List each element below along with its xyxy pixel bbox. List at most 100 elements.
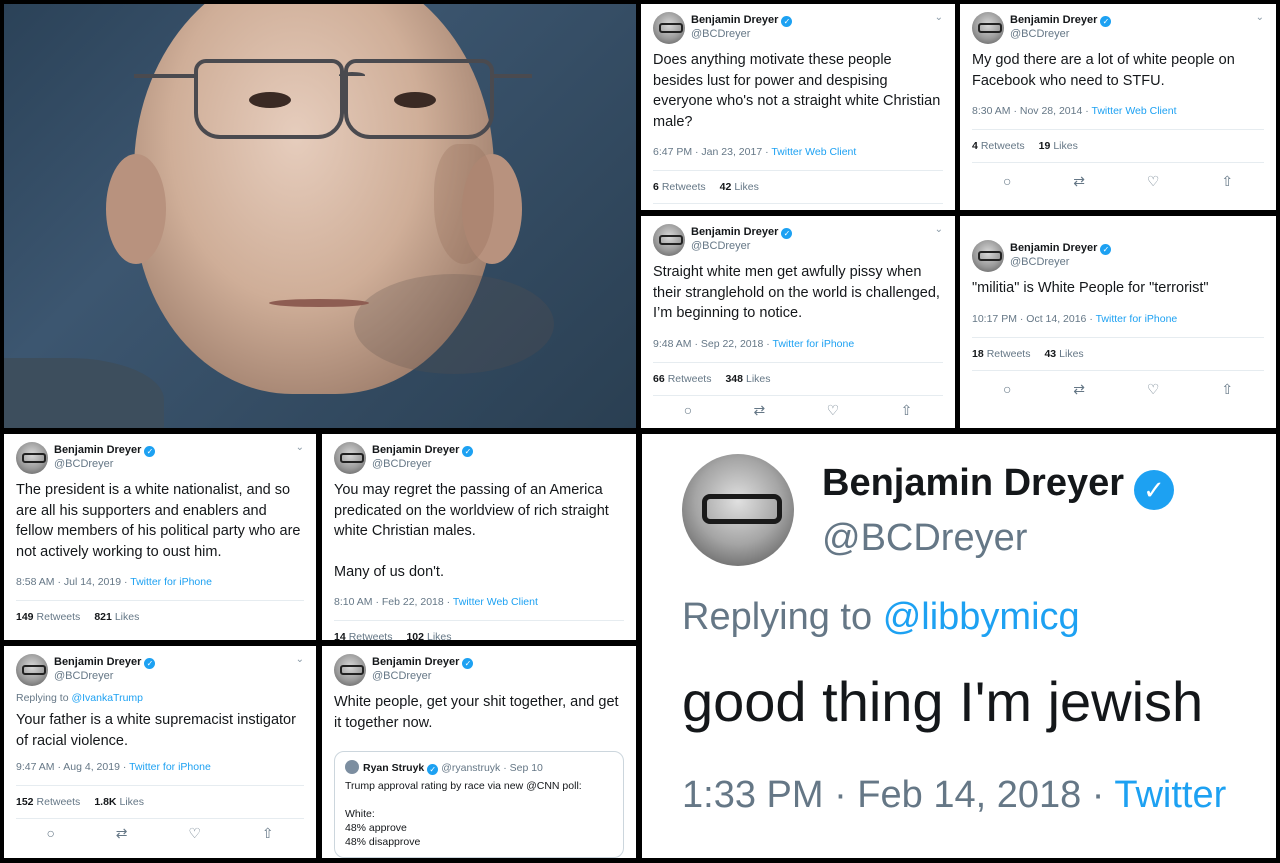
author-handle[interactable]: @BCDreyer bbox=[691, 27, 792, 41]
reply-icon[interactable]: ○ bbox=[1003, 381, 1011, 398]
tweet-time[interactable]: 9:48 AM · Sep 22, 2018 bbox=[653, 338, 763, 350]
author-name[interactable]: Benjamin Dreyer bbox=[1010, 242, 1097, 254]
avatar[interactable] bbox=[682, 454, 794, 566]
avatar[interactable] bbox=[334, 442, 366, 474]
shirt-shape bbox=[4, 358, 164, 428]
tweet-time[interactable]: 9:47 AM · Aug 4, 2019 bbox=[16, 761, 120, 773]
author-name[interactable]: Benjamin Dreyer bbox=[372, 444, 459, 456]
author-name[interactable]: Benjamin Dreyer bbox=[691, 14, 778, 26]
author-handle[interactable]: @BCDreyer bbox=[372, 457, 473, 471]
retweet-count[interactable]: 6 bbox=[653, 181, 659, 193]
heart-icon[interactable]: ♡ bbox=[827, 402, 840, 419]
share-icon[interactable]: ⇧ bbox=[901, 402, 913, 419]
reply-mention-link[interactable]: @libbymicg bbox=[883, 596, 1080, 638]
avatar[interactable] bbox=[972, 12, 1004, 44]
large-tweet-card[interactable]: Benjamin Dreyer ✓ @BCDreyer Replying to @… bbox=[642, 434, 1276, 858]
glasses-right-lens bbox=[344, 59, 494, 139]
tweet-card[interactable]: Benjamin Dreyer ✓ @BCDreyer ⌄ Does anythi… bbox=[641, 4, 955, 210]
heart-icon[interactable]: ♡ bbox=[1147, 381, 1160, 398]
tweet-card[interactable]: Benjamin Dreyer ✓ @BCDreyer ⌄ My god ther… bbox=[960, 4, 1276, 210]
like-count[interactable]: 348 bbox=[725, 373, 743, 385]
retweet-count[interactable]: 66 bbox=[653, 373, 665, 385]
tweet-time[interactable]: 8:30 AM · Nov 28, 2014 bbox=[972, 105, 1082, 117]
tweet-time[interactable]: 6:47 PM · Jan 23, 2017 bbox=[653, 146, 762, 158]
tweet-source[interactable]: Twitter for iPhone bbox=[1096, 313, 1178, 325]
like-count[interactable]: 43 bbox=[1044, 348, 1056, 360]
tweet-card[interactable]: Benjamin Dreyer ✓ @BCDreyer ⌄ The preside… bbox=[4, 434, 316, 640]
retweet-icon[interactable]: ⇄ bbox=[116, 825, 128, 842]
retweet-count[interactable]: 149 bbox=[16, 611, 34, 623]
like-count[interactable]: 102 bbox=[406, 631, 424, 640]
tweet-source[interactable]: Twitter bbox=[1114, 774, 1226, 816]
tweet-source[interactable]: Twitter Web Client bbox=[1091, 105, 1176, 117]
author-name[interactable]: Benjamin Dreyer bbox=[822, 462, 1124, 504]
reply-icon[interactable]: ○ bbox=[1003, 173, 1011, 190]
retweet-count[interactable]: 14 bbox=[334, 631, 346, 640]
chevron-down-icon[interactable]: ⌄ bbox=[296, 442, 304, 453]
author-handle[interactable]: @BCDreyer bbox=[54, 669, 155, 683]
chevron-down-icon[interactable]: ⌄ bbox=[296, 654, 304, 665]
tweet-source[interactable]: Twitter for iPhone bbox=[130, 576, 212, 588]
chevron-down-icon[interactable]: ⌄ bbox=[935, 12, 943, 23]
tweet-time[interactable]: 10:17 PM · Oct 14, 2016 bbox=[972, 313, 1086, 325]
avatar[interactable] bbox=[16, 654, 48, 686]
author-name[interactable]: Benjamin Dreyer bbox=[54, 444, 141, 456]
avatar[interactable] bbox=[653, 12, 685, 44]
share-icon[interactable]: ⇧ bbox=[262, 825, 274, 842]
tweet-card[interactable]: Benjamin Dreyer ✓ @BCDreyer ⌄ Replying to… bbox=[4, 646, 316, 858]
reply-mention-link[interactable]: @IvankaTrump bbox=[71, 692, 143, 704]
tweet-actions: ○ ⇄ ♡ ⇧ bbox=[16, 819, 304, 852]
retweet-icon[interactable]: ⇄ bbox=[1073, 173, 1085, 190]
share-icon[interactable]: ⇧ bbox=[1221, 381, 1233, 398]
avatar[interactable] bbox=[653, 224, 685, 256]
like-count[interactable]: 821 bbox=[94, 611, 112, 623]
author-handle[interactable]: @BCDreyer bbox=[1010, 27, 1111, 41]
tweet-source[interactable]: Twitter for iPhone bbox=[772, 338, 854, 350]
chevron-down-icon[interactable]: ⌄ bbox=[1256, 12, 1264, 23]
tweet-time[interactable]: 8:58 AM · Jul 14, 2019 bbox=[16, 576, 121, 588]
author-handle[interactable]: @BCDreyer bbox=[822, 516, 1174, 560]
share-icon[interactable]: ⇧ bbox=[1221, 173, 1233, 190]
avatar[interactable] bbox=[972, 240, 1004, 272]
large-tweet-header: Benjamin Dreyer ✓ @BCDreyer bbox=[682, 454, 1236, 566]
author-name[interactable]: Benjamin Dreyer bbox=[54, 656, 141, 668]
author-handle[interactable]: @BCDreyer bbox=[54, 457, 155, 471]
tweet-card[interactable]: Benjamin Dreyer ✓ @BCDreyer ⌄ Straight wh… bbox=[641, 216, 955, 428]
tweet-stats: 18 Retweets 43 Likes bbox=[972, 336, 1264, 371]
reply-icon[interactable]: ○ bbox=[46, 825, 54, 842]
tweet-time[interactable]: 1:33 PM · Feb 14, 2018 · bbox=[682, 774, 1104, 816]
tweet-source[interactable]: Twitter for iPhone bbox=[129, 761, 211, 773]
retweet-count[interactable]: 152 bbox=[16, 796, 34, 808]
heart-icon[interactable]: ♡ bbox=[1147, 173, 1160, 190]
author-name[interactable]: Benjamin Dreyer bbox=[372, 656, 459, 668]
like-count[interactable]: 1.8K bbox=[94, 796, 116, 808]
like-count[interactable]: 19 bbox=[1039, 140, 1051, 152]
retweet-count[interactable]: 18 bbox=[972, 348, 984, 360]
author-name[interactable]: Benjamin Dreyer bbox=[1010, 14, 1097, 26]
tweet-card[interactable]: Benjamin Dreyer ✓ @BCDreyer White people,… bbox=[322, 646, 636, 858]
author-name[interactable]: Benjamin Dreyer bbox=[691, 226, 778, 238]
retweet-icon[interactable]: ⇄ bbox=[754, 402, 766, 419]
quoted-tweet[interactable]: Ryan Struyk ✓ @ryanstruyk · Sep 10 Trump … bbox=[334, 751, 624, 858]
like-count[interactable]: 42 bbox=[720, 181, 732, 193]
avatar[interactable] bbox=[16, 442, 48, 474]
tweet-source[interactable]: Twitter Web Client bbox=[771, 146, 856, 158]
tweet-source[interactable]: Twitter Web Client bbox=[453, 596, 538, 608]
reply-icon[interactable]: ○ bbox=[684, 402, 692, 419]
heart-icon[interactable]: ♡ bbox=[188, 825, 201, 842]
author-handle[interactable]: @BCDreyer bbox=[1010, 255, 1111, 269]
tweet-time[interactable]: 8:10 AM · Feb 22, 2018 bbox=[334, 596, 444, 608]
retweet-icon[interactable]: ⇄ bbox=[1073, 381, 1085, 398]
retweets-label: Retweets bbox=[980, 140, 1025, 152]
avatar[interactable] bbox=[334, 654, 366, 686]
likes-label: Likes bbox=[114, 611, 140, 623]
chevron-down-icon[interactable]: ⌄ bbox=[935, 224, 943, 235]
tweet-stats: 152 Retweets 1.8K Likes bbox=[16, 785, 304, 819]
author-handle[interactable]: @BCDreyer bbox=[372, 669, 473, 683]
tweet-card[interactable]: Benjamin Dreyer ✓ @BCDreyer "militia" is … bbox=[960, 216, 1276, 428]
retweet-count[interactable]: 4 bbox=[972, 140, 978, 152]
verified-check-icon: ✓ bbox=[144, 658, 156, 669]
glasses-left-lens bbox=[194, 59, 344, 139]
author-handle[interactable]: @BCDreyer bbox=[691, 239, 792, 253]
tweet-card[interactable]: Benjamin Dreyer ✓ @BCDreyer You may regre… bbox=[322, 434, 636, 640]
